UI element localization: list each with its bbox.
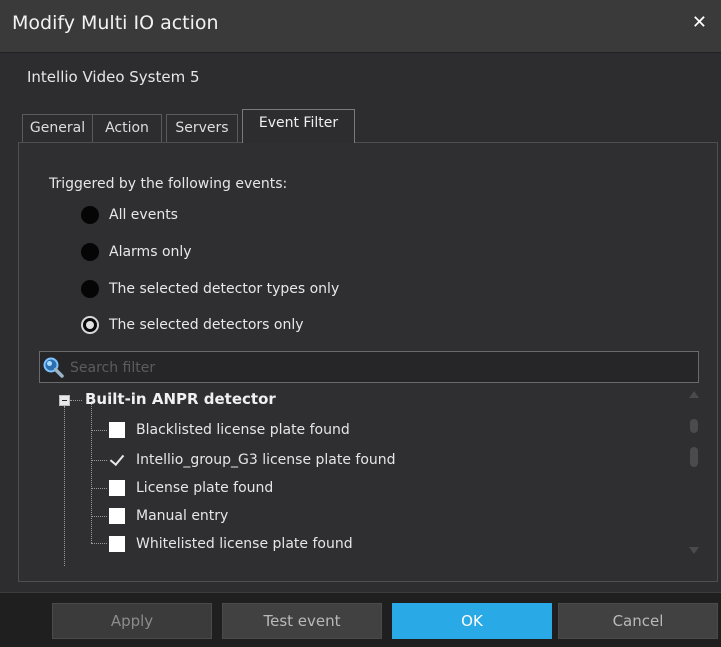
tree-item[interactable]: Intellio_group_G3 license plate found xyxy=(109,448,396,472)
tree-item-label: Manual entry xyxy=(136,508,229,524)
search-icon xyxy=(43,357,64,378)
radio-label: All events xyxy=(109,207,178,223)
detector-tree: Built-in ANPR detector Blacklisted licen… xyxy=(39,383,699,566)
radio-button[interactable] xyxy=(81,206,99,224)
tree-item-label: Blacklisted license plate found xyxy=(136,422,350,438)
trigger-group-label: Triggered by the following events: xyxy=(49,176,288,192)
test-event-button[interactable]: Test event xyxy=(222,603,382,639)
radio-selected-detectors[interactable]: The selected detectors only xyxy=(81,314,304,336)
tree-group-anpr[interactable]: Built-in ANPR detector xyxy=(85,390,276,408)
radio-button-selected[interactable] xyxy=(81,316,99,334)
tab-action[interactable]: Action xyxy=(92,114,162,142)
dialog-title: Modify Multi IO action xyxy=(12,12,219,34)
scroll-down-arrow-icon[interactable] xyxy=(689,547,699,554)
radio-label: Alarms only xyxy=(109,244,192,260)
cancel-button[interactable]: Cancel xyxy=(558,603,718,639)
tree-item-label: License plate found xyxy=(136,480,274,496)
radio-label: The selected detectors only xyxy=(109,317,304,333)
tree-connector xyxy=(91,401,92,543)
title-bar: Modify Multi IO action ✕ xyxy=(0,0,721,53)
tree-connector xyxy=(91,460,107,461)
apply-button[interactable]: Apply xyxy=(52,603,212,639)
scroll-thumb[interactable] xyxy=(690,447,698,467)
tree-item[interactable]: License plate found xyxy=(109,476,273,500)
radio-selected-detector-types[interactable]: The selected detector types only xyxy=(81,278,339,300)
tree-item-label: Whitelisted license plate found xyxy=(136,536,353,552)
radio-button[interactable] xyxy=(81,243,99,261)
checkbox-checked[interactable] xyxy=(109,452,125,468)
vertical-scrollbar[interactable] xyxy=(689,391,699,561)
close-icon[interactable]: ✕ xyxy=(692,12,707,33)
tree-connector xyxy=(91,430,107,431)
scroll-up-arrow-icon[interactable] xyxy=(689,391,699,398)
search-box[interactable] xyxy=(39,351,699,383)
tree-connector xyxy=(91,516,107,517)
tab-general[interactable]: General xyxy=(22,114,93,142)
tab-event-filter[interactable]: Event Filter xyxy=(242,109,355,143)
checkbox[interactable] xyxy=(109,480,125,496)
event-filter-panel: Triggered by the following events: All e… xyxy=(18,142,718,582)
radio-button[interactable] xyxy=(81,280,99,298)
system-name: Intellio Video System 5 xyxy=(27,68,200,86)
checkbox[interactable] xyxy=(109,536,125,552)
tree-item-label: Intellio_group_G3 license plate found xyxy=(136,452,396,468)
tree-connector xyxy=(64,406,65,566)
checkbox[interactable] xyxy=(109,422,125,438)
tab-servers[interactable]: Servers xyxy=(166,114,238,142)
modify-multi-io-dialog: Modify Multi IO action ✕ Intellio Video … xyxy=(0,0,721,647)
radio-label: The selected detector types only xyxy=(109,281,340,297)
tree-connector xyxy=(91,488,107,489)
ok-button[interactable]: OK xyxy=(392,603,552,639)
radio-alarms-only[interactable]: Alarms only xyxy=(81,241,192,263)
search-input[interactable] xyxy=(68,355,692,381)
tree-item[interactable]: Whitelisted license plate found xyxy=(109,532,353,556)
tree-item[interactable]: Manual entry xyxy=(109,504,228,528)
tree-item[interactable]: Blacklisted license plate found xyxy=(109,418,350,442)
collapse-icon[interactable] xyxy=(59,395,70,406)
tree-connector xyxy=(70,400,82,401)
radio-all-events[interactable]: All events xyxy=(81,204,178,226)
checkbox[interactable] xyxy=(109,508,125,524)
tree-connector xyxy=(91,543,107,544)
scroll-thumb[interactable] xyxy=(690,419,698,433)
dialog-footer: Apply Test event OK Cancel xyxy=(0,592,721,647)
